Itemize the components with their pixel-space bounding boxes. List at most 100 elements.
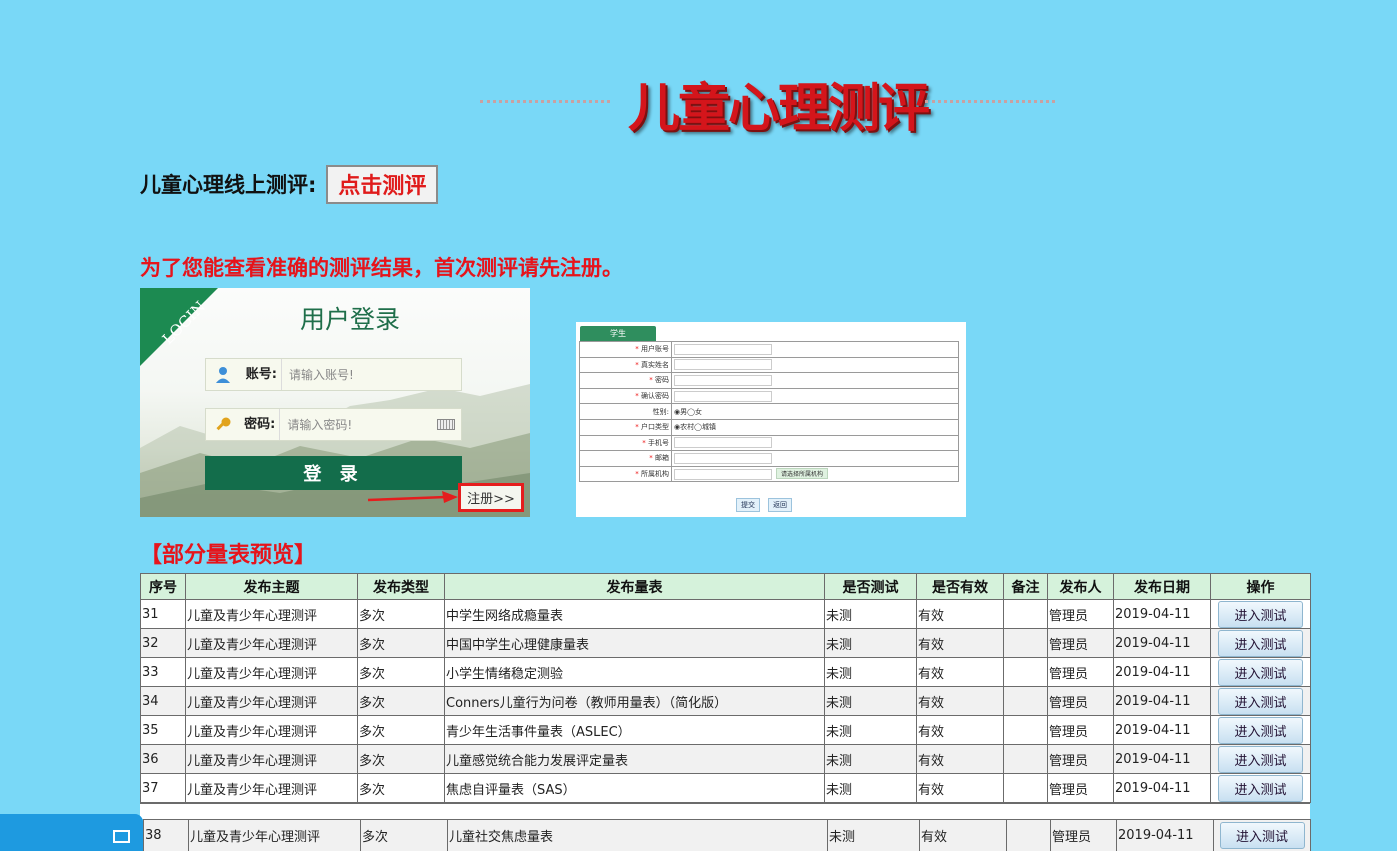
side-panel-tab[interactable] [0,814,143,851]
submit-button[interactable]: 提交 [736,498,760,512]
register-link[interactable]: 注册>> [458,483,524,512]
cell-tested: 未测 [827,819,920,851]
register-input[interactable] [674,390,772,402]
register-row: * 确认密码 [579,387,959,405]
enter-test-button[interactable]: 进入测试 [1218,629,1303,657]
login-panel: LOGIN 用户登录 账号: 密码: 登 录 注册>> [140,288,530,517]
cell-type: 多次 [360,819,448,851]
cell-valid: 有效 [916,599,1004,629]
title-dots-right [925,100,1055,103]
cell-note [1003,628,1048,658]
scale-table: 序号 发布主题 发布类型 发布量表 是否测试 是否有效 备注 发布人 发布日期 操作 31 儿童及青… [140,573,1311,803]
cell-tested: 未测 [824,715,917,745]
back-button[interactable]: 返回 [768,498,792,512]
cell-valid: 有效 [916,657,1004,687]
register-notice: 为了您能查看准确的测评结果，首次测评请先注册。 [140,256,623,280]
enter-test-button[interactable]: 进入测试 [1218,687,1303,715]
cell-type: 多次 [357,744,445,774]
cell-action: 进入测试 [1210,715,1311,745]
cell-action: 进入测试 [1210,599,1311,629]
register-field-value[interactable] [671,356,959,374]
cell-valid: 有效 [916,686,1004,716]
cell-date: 2019-04-11 [1113,599,1211,629]
register-field-value[interactable]: ◉农村◯城镇 [671,418,959,436]
register-field-value[interactable] [671,387,959,405]
cell-date: 2019-04-11 [1113,657,1211,687]
register-field-text: 所属机构 [641,470,669,479]
register-field-label: * 密码 [579,372,672,389]
account-input[interactable] [282,359,461,390]
enter-test-button[interactable]: 进入测试 [1219,822,1305,849]
window-icon[interactable] [113,830,130,843]
password-input[interactable] [280,409,438,440]
cell-valid: 有效 [916,715,1004,745]
cell-note [1006,819,1051,851]
register-row: 性别: ◉男◯女 [579,403,959,420]
register-row: * 邮箱 [579,450,959,467]
enter-test-button[interactable]: 进入测试 [1218,658,1303,686]
cell-publisher: 管理员 [1050,819,1117,851]
column-header: 发布日期 [1113,573,1211,600]
register-field-text: 性别: [652,407,669,416]
column-header: 发布类型 [357,573,445,600]
cell-action: 进入测试 [1210,686,1311,716]
table-row: 32 儿童及青少年心理测评 多次 中国中学生心理健康量表 未测 有效 管理员 2019-04-… [140,628,1311,658]
register-input[interactable] [674,437,772,449]
cell-valid: 有效 [916,628,1004,658]
register-input[interactable] [674,359,772,371]
column-header: 备注 [1003,573,1048,600]
select-org-button[interactable]: 请选择所属机构 [776,468,829,480]
register-input[interactable] [674,452,772,464]
keyboard-icon[interactable] [437,419,455,430]
column-header: 发布人 [1047,573,1114,600]
register-field-text: 密码 [655,376,669,385]
register-field-value[interactable] [671,341,959,358]
register-row: * 用户账号 [579,341,959,358]
user-icon [206,359,240,390]
cell-scale: 中学生网络成瘾量表 [444,599,825,629]
column-header: 序号 [140,573,186,600]
register-input[interactable] [674,468,772,480]
cell-no: 35 [140,715,186,745]
cell-tested: 未测 [824,657,917,687]
register-radio-group[interactable]: ◉男◯女 [674,408,702,416]
register-input[interactable] [674,343,772,355]
enter-test-button[interactable]: 进入测试 [1218,716,1303,744]
table-row: 31 儿童及青少年心理测评 多次 中学生网络成瘾量表 未测 有效 管理员 2019-04-11… [140,599,1311,629]
enter-test-button[interactable]: 进入测试 [1218,774,1303,802]
register-form-preview: 学生 * 用户账号 * 真实姓名 * 密码 * 确认密码 性别: ◉男◯女 * 户口类型 ◉农… [576,322,966,517]
register-field-text: 用户账号 [641,345,669,354]
register-row: * 密码 [579,372,959,389]
register-field-value[interactable]: 请选择所属机构 [671,465,959,483]
cell-publisher: 管理员 [1047,744,1114,774]
cell-no: 36 [140,744,186,774]
register-input[interactable] [674,374,772,386]
register-field-value[interactable]: ◉男◯女 [671,403,959,420]
cell-no: 33 [140,657,186,687]
cell-scale: 焦虑自评量表（SAS） [444,773,825,803]
table-row: 37 儿童及青少年心理测评 多次 焦虑自评量表（SAS） 未测 有效 管理员 2019-04-… [140,773,1311,803]
enter-test-button[interactable]: 进入测试 [1218,600,1303,628]
cell-topic: 儿童及青少年心理测评 [188,819,361,851]
login-title: 用户登录 [299,305,400,334]
preview-heading: 【部分量表预览】 [140,543,317,568]
cell-scale: 中国中学生心理健康量表 [444,628,825,658]
register-field-value[interactable] [671,372,959,389]
register-table: * 用户账号 * 真实姓名 * 密码 * 确认密码 性别: ◉男◯女 * 户口类型 ◉农村◯城… [579,341,959,483]
cell-valid: 有效 [919,819,1007,851]
enter-test-button[interactable]: 进入测试 [1218,745,1303,773]
cell-type: 多次 [357,599,445,629]
student-tab[interactable]: 学生 [580,326,656,341]
cell-valid: 有效 [916,744,1004,774]
register-row: * 手机号 [579,434,959,452]
register-field-value[interactable] [671,450,959,467]
register-field-value[interactable] [671,434,959,452]
register-radio-group[interactable]: ◉农村◯城镇 [674,423,716,431]
cell-scale: 青少年生活事件量表（ASLEC） [444,715,825,745]
table-row: 38 儿童及青少年心理测评 多次 儿童社交焦虑量表 未测 有效 管理员 2019-04-11 进… [143,819,1311,851]
register-row: * 所属机构 请选择所属机构 [579,465,959,483]
cell-no: 37 [140,773,186,803]
start-eval-button[interactable]: 点击测评 [326,164,439,204]
cell-no: 32 [140,628,186,658]
login-button[interactable]: 登 录 [205,456,462,490]
